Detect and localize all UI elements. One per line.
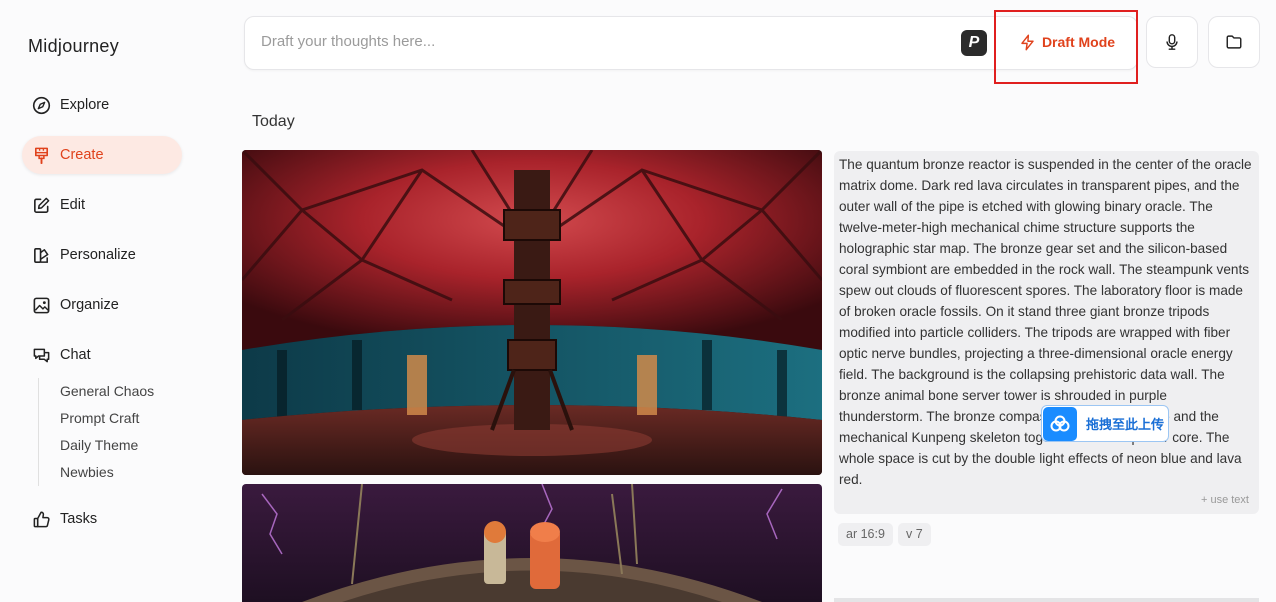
nav-create-label: Create	[60, 147, 104, 163]
next-card-edge	[834, 598, 1259, 602]
upload-drop-pill[interactable]: 拖拽至此上传	[1041, 405, 1169, 442]
chat-icon	[31, 345, 51, 365]
folder-icon	[1226, 35, 1242, 49]
personalization-badge[interactable]: P	[961, 30, 987, 56]
chat-room-newbies[interactable]: Newbies	[60, 459, 154, 486]
nav-tasks[interactable]: Tasks	[22, 500, 182, 538]
folder-button[interactable]	[1208, 16, 1260, 68]
chat-room-list: General Chaos Prompt Craft Daily Theme N…	[38, 378, 154, 486]
nav-chat[interactable]: Chat	[22, 336, 182, 374]
edit-icon	[31, 195, 51, 215]
nav-explore-label: Explore	[60, 97, 110, 113]
nav-personalize-label: Personalize	[60, 247, 136, 263]
nav-personalize[interactable]: Personalize	[22, 236, 182, 274]
nav-organize-label: Organize	[60, 297, 119, 313]
param-tag-version[interactable]: v 7	[898, 523, 931, 546]
nav-tasks-label: Tasks	[60, 511, 98, 527]
highlight-box	[994, 10, 1138, 84]
nav-create[interactable]: Create	[22, 136, 182, 174]
nav-edit-label: Edit	[60, 197, 85, 213]
sidebar: Midjourney Explore Create Edit Personali…	[0, 0, 222, 602]
generated-image-1[interactable]	[242, 150, 822, 475]
generated-image-2[interactable]	[242, 484, 822, 602]
nav-explore[interactable]: Explore	[22, 86, 182, 124]
brush-icon	[31, 145, 51, 165]
brand-logo[interactable]: Midjourney	[28, 36, 119, 57]
prompt-text-card: The quantum bronze reactor is suspended …	[834, 151, 1259, 514]
cloud-icon	[1043, 406, 1077, 441]
param-tag-aspect-ratio[interactable]: ar 16:9	[838, 523, 893, 546]
chat-room-general-chaos[interactable]: General Chaos	[60, 378, 154, 405]
image-icon	[31, 295, 51, 315]
microphone-button[interactable]	[1146, 16, 1198, 68]
microphone-icon	[1166, 34, 1178, 50]
use-text-button[interactable]: + use text	[1201, 494, 1249, 506]
nav-organize[interactable]: Organize	[22, 286, 182, 324]
prompt-input[interactable]: Draft your thoughts here...	[261, 33, 435, 50]
section-heading-today: Today	[252, 113, 295, 130]
upload-drop-label: 拖拽至此上传	[1086, 417, 1165, 432]
thumbs-up-icon	[31, 509, 51, 529]
nav-chat-label: Chat	[60, 347, 91, 363]
compass-icon	[31, 95, 51, 115]
chat-room-daily-theme[interactable]: Daily Theme	[60, 432, 154, 459]
nav-edit[interactable]: Edit	[22, 186, 182, 224]
chat-room-prompt-craft[interactable]: Prompt Craft	[60, 405, 154, 432]
personalize-icon	[31, 245, 51, 265]
